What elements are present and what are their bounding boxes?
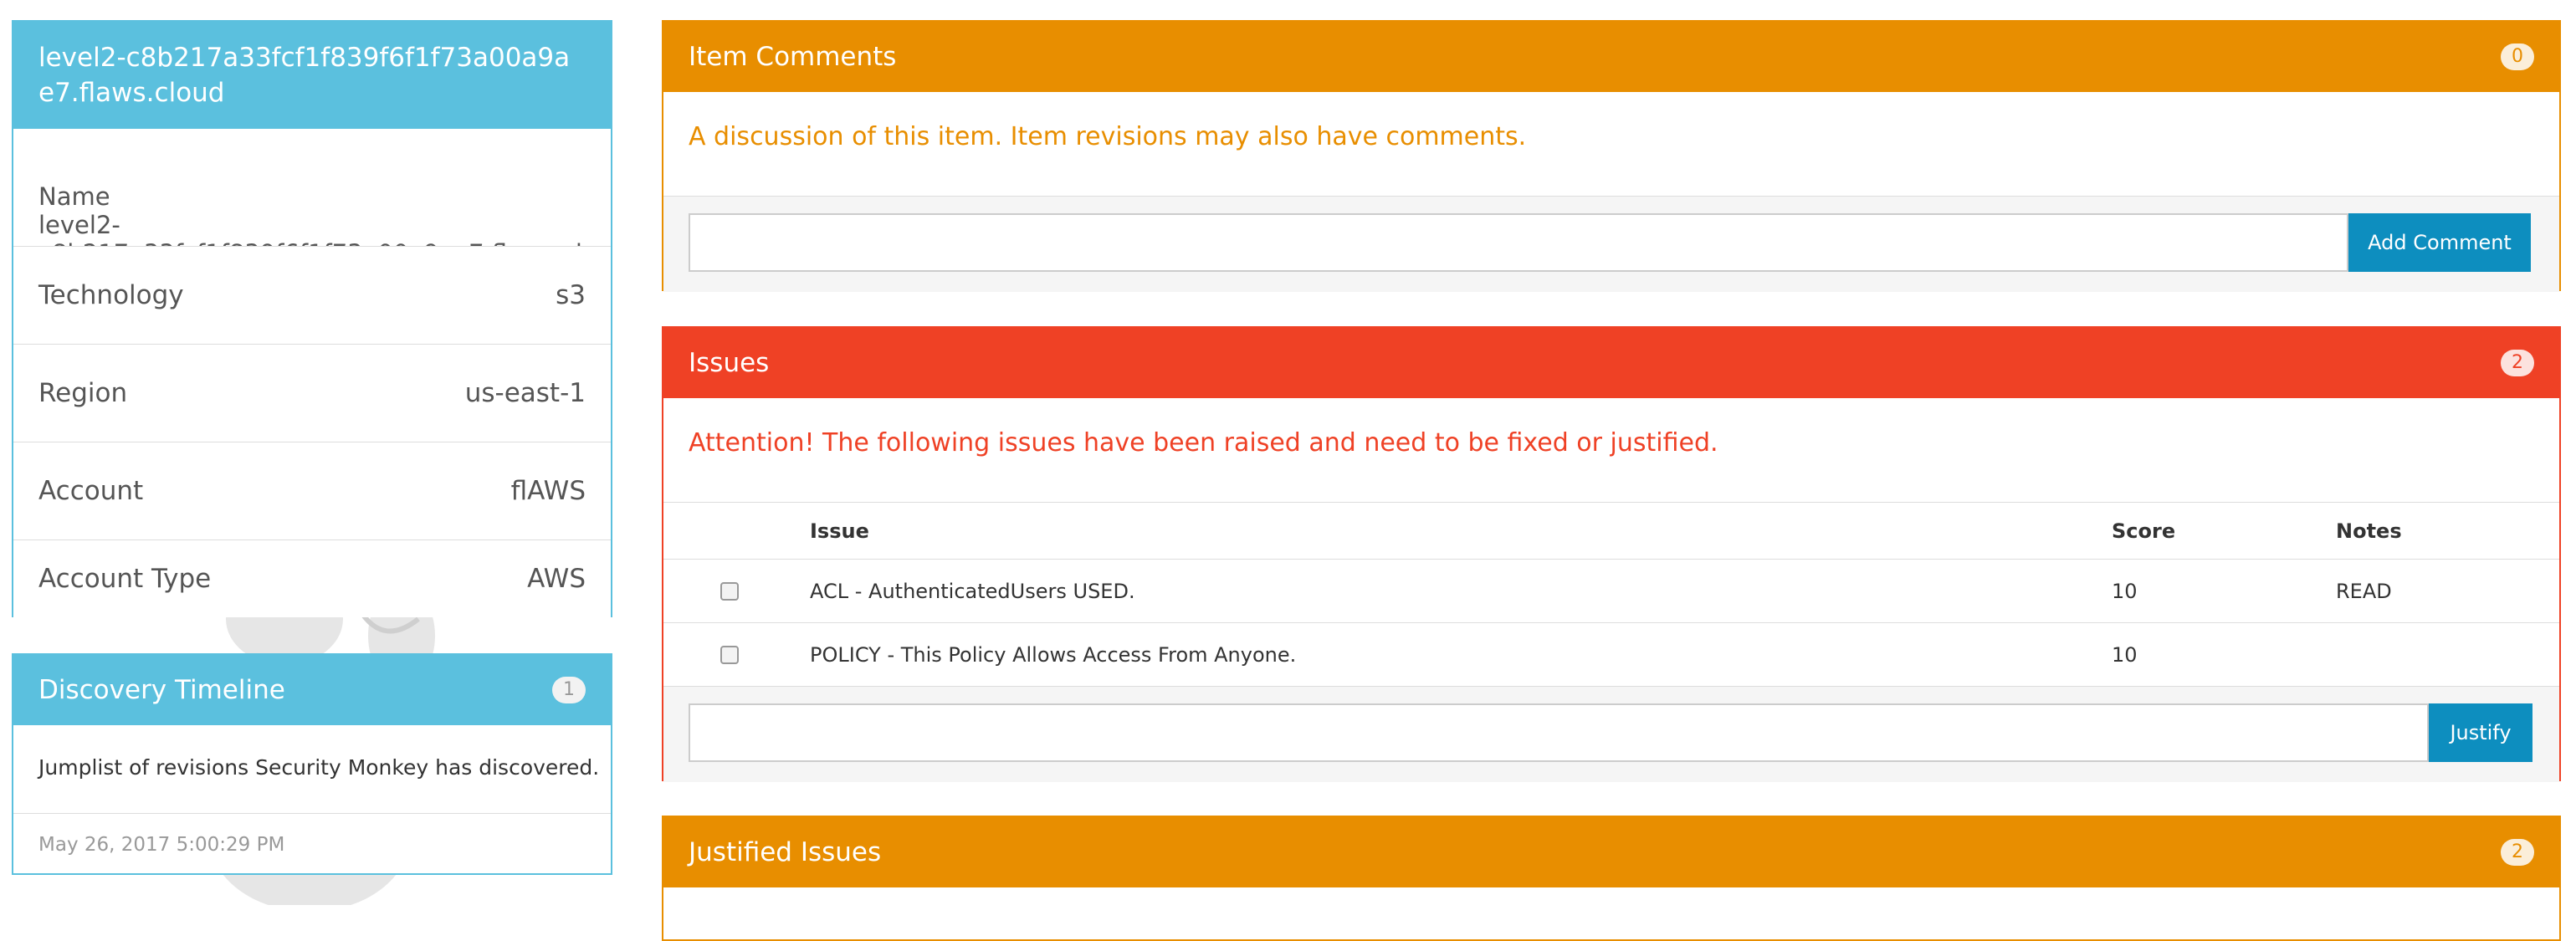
justified-issues-title: Justified Issues <box>689 837 882 867</box>
account-row: Account flAWS <box>13 442 611 540</box>
item-title: level2-c8b217a33fcf1f839f6f1f73a00a9ae7.… <box>13 22 611 129</box>
account-type-row: Account Type AWS <box>13 540 611 617</box>
justify-form: Justify <box>663 686 2559 782</box>
technology-row: Technology s3 <box>13 246 611 344</box>
issue-score: 10 <box>2112 580 2138 603</box>
comment-form: Add Comment <box>663 196 2559 292</box>
issues-table-header: Issue Score Notes <box>663 502 2559 560</box>
justified-issues-panel: Justified Issues 2 <box>662 816 2561 941</box>
issue-notes: READ <box>2336 580 2392 603</box>
issue-checkbox[interactable] <box>720 582 739 601</box>
issues-title: Issues <box>689 348 770 378</box>
issues-panel: Issues 2 Attention! The following issues… <box>662 326 2561 782</box>
table-row: ACL - AuthenticatedUsers USED. 10 READ <box>663 559 2559 623</box>
item-name-row: Name level2-c8b217a33fcf1f839f6f1f73a00a… <box>13 129 611 246</box>
issue-text: ACL - AuthenticatedUsers USED. <box>810 580 1135 603</box>
notes-column-header: Notes <box>2336 519 2402 543</box>
score-column-header: Score <box>2112 519 2176 543</box>
discovery-description: Jumplist of revisions Security Monkey ha… <box>38 755 600 780</box>
add-comment-button[interactable]: Add Comment <box>2348 213 2531 272</box>
item-details-panel: level2-c8b217a33fcf1f839f6f1f73a00a9ae7.… <box>12 20 612 617</box>
name-value: level2-c8b217a33fcf1f839f6f1f73a00a9ae7.… <box>38 211 611 246</box>
table-row: POLICY - This Policy Allows Access From … <box>663 622 2559 687</box>
name-label: Name <box>38 182 110 211</box>
discovery-timeline-header: Discovery Timeline 1 <box>13 655 611 725</box>
discovery-timeline-panel: Discovery Timeline 1 Jumplist of revisio… <box>12 653 612 875</box>
discovery-timeline-title: Discovery Timeline <box>38 675 285 705</box>
account-value: flAWS <box>510 476 586 506</box>
item-comments-title: Item Comments <box>689 42 897 72</box>
revision-date[interactable]: May 26, 2017 5:00:29 PM <box>38 834 284 856</box>
comment-input[interactable] <box>689 213 2348 272</box>
justified-count-badge: 2 <box>2501 839 2534 866</box>
region-row: Region us-east-1 <box>13 344 611 442</box>
issues-description: Attention! The following issues have bee… <box>689 428 1718 458</box>
revision-link[interactable]: May 26, 2017 5:00:29 PM <box>13 813 611 875</box>
account-type-value: AWS <box>527 564 586 594</box>
discovery-count-badge: 1 <box>552 677 586 703</box>
issues-count-badge: 2 <box>2501 350 2534 376</box>
issue-column-header: Issue <box>810 519 869 543</box>
account-type-label: Account Type <box>38 564 212 594</box>
issue-checkbox[interactable] <box>720 646 739 664</box>
item-comments-panel: Item Comments 0 A discussion of this ite… <box>662 20 2561 292</box>
justified-issues-header: Justified Issues 2 <box>663 817 2559 887</box>
justify-button[interactable]: Justify <box>2429 703 2532 762</box>
region-value: us-east-1 <box>464 378 586 408</box>
technology-value: s3 <box>556 280 586 310</box>
issue-text: POLICY - This Policy Allows Access From … <box>810 643 1297 667</box>
technology-label: Technology <box>38 280 184 310</box>
issue-score: 10 <box>2112 643 2138 667</box>
justification-input[interactable] <box>689 703 2429 762</box>
account-label: Account <box>38 476 144 506</box>
issues-header: Issues 2 <box>663 328 2559 398</box>
region-label: Region <box>38 378 128 408</box>
comments-description: A discussion of this item. Item revision… <box>689 122 1527 151</box>
comments-count-badge: 0 <box>2501 43 2534 70</box>
item-comments-header: Item Comments 0 <box>663 22 2559 92</box>
